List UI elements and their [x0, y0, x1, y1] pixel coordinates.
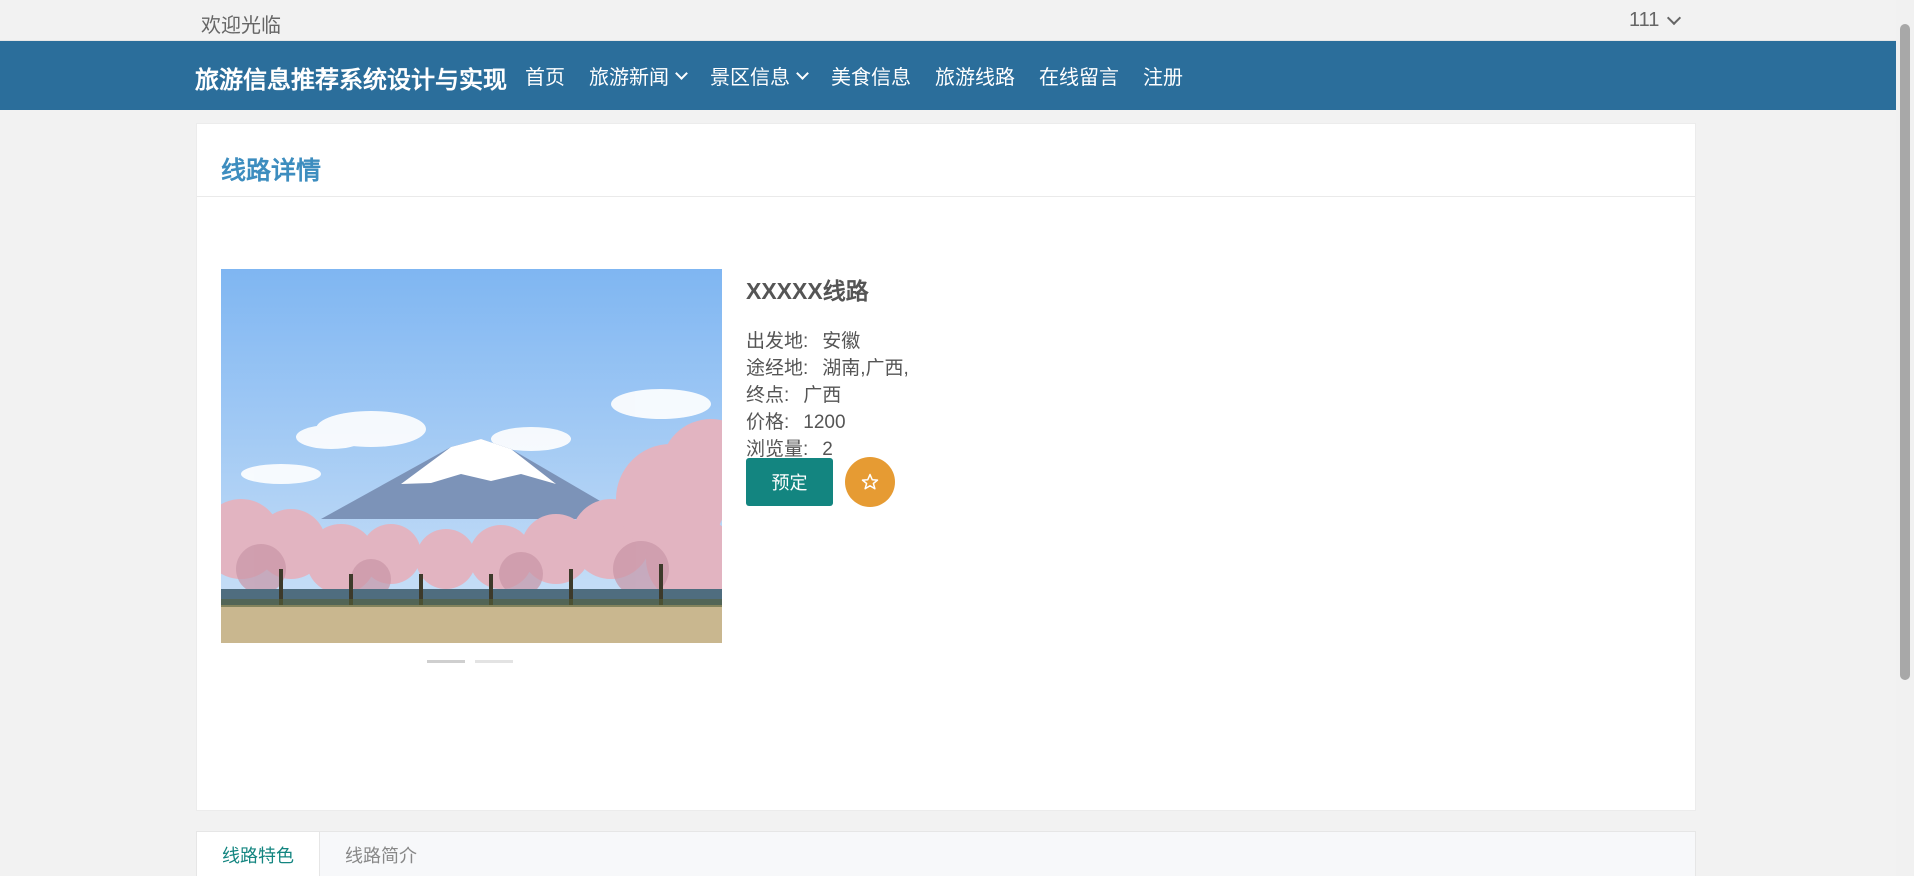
field-label: 终点:: [746, 385, 790, 406]
field-destination: 终点: 广西: [746, 382, 909, 409]
user-menu[interactable]: 111: [1629, 9, 1682, 32]
nav-item-travel-news[interactable]: 旅游新闻: [577, 41, 698, 110]
site-brand[interactable]: 旅游信息推荐系统设计与实现: [195, 60, 507, 95]
star-icon: [861, 473, 879, 490]
nav-item-label: 景区信息: [710, 67, 790, 89]
card-heading: 线路详情: [221, 157, 322, 185]
scrollbar-thumb[interactable]: [1900, 24, 1910, 680]
welcome-text: 欢迎光临: [201, 15, 281, 37]
nav-item-food-info[interactable]: 美食信息: [819, 41, 923, 110]
field-value: 1200: [803, 412, 846, 433]
route-info: XXXXX线路 出发地: 安徽 途经地: 湖南,广西, 终点: 广西 价格: 1200 …: [746, 272, 909, 463]
nav-item-label: 旅游新闻: [589, 67, 669, 89]
route-title: XXXXX线路: [746, 278, 869, 304]
field-value: 安徽: [822, 331, 861, 352]
tab-route-intro[interactable]: 线路简介: [320, 832, 442, 876]
nav-item-label: 旅游线路: [935, 67, 1015, 89]
chevron-down-icon: [675, 66, 688, 80]
field-label: 出发地:: [746, 331, 809, 352]
favorite-button[interactable]: [845, 457, 895, 507]
nav-item-label: 首页: [525, 67, 565, 89]
main-nav: 旅游信息推荐系统设计与实现 首页 旅游新闻 景区信息 美食信息 旅游线路 在线留…: [0, 41, 1896, 110]
nav-item-scenic-info[interactable]: 景区信息: [698, 41, 819, 110]
field-value: 湖南,广西,: [822, 358, 909, 379]
carousel-dot-1[interactable]: [427, 660, 465, 663]
field-value: 广西: [803, 385, 842, 406]
nav-item-label: 在线留言: [1039, 67, 1119, 89]
route-photo: [221, 269, 722, 643]
field-label: 价格:: [746, 412, 790, 433]
mountain-cherry-blossom-image: [221, 269, 722, 643]
tab-route-features[interactable]: 线路特色: [197, 832, 320, 876]
nav-menu: 首页 旅游新闻 景区信息 美食信息 旅游线路 在线留言 注册: [513, 41, 1195, 110]
chevron-down-icon: [1667, 10, 1682, 25]
carousel-dot-2[interactable]: [475, 660, 513, 663]
book-button[interactable]: 预定: [746, 458, 833, 506]
nav-item-travel-routes[interactable]: 旅游线路: [923, 41, 1027, 110]
nav-item-label: 美食信息: [831, 67, 911, 89]
route-actions: 预定: [746, 457, 895, 507]
field-departure: 出发地: 安徽: [746, 328, 909, 355]
field-label: 途经地:: [746, 358, 809, 379]
top-bar: 欢迎光临 111: [0, 0, 1896, 41]
route-detail-card: 线路详情 XXXXX线路 出发地: 安徽 途经地: 湖南,广西, 终点: 广西 …: [196, 123, 1696, 811]
username: 111: [1629, 9, 1660, 31]
chevron-down-icon: [796, 66, 809, 80]
nav-item-label: 注册: [1143, 67, 1183, 89]
nav-item-register[interactable]: 注册: [1131, 41, 1195, 110]
card-header: 线路详情: [197, 124, 1695, 197]
field-price: 价格: 1200: [746, 409, 909, 436]
nav-item-home[interactable]: 首页: [513, 41, 577, 110]
route-tabs: 线路特色 线路简介: [196, 831, 1696, 876]
carousel-indicators: [427, 660, 513, 663]
field-via: 途经地: 湖南,广西,: [746, 355, 909, 382]
nav-item-messages[interactable]: 在线留言: [1027, 41, 1131, 110]
